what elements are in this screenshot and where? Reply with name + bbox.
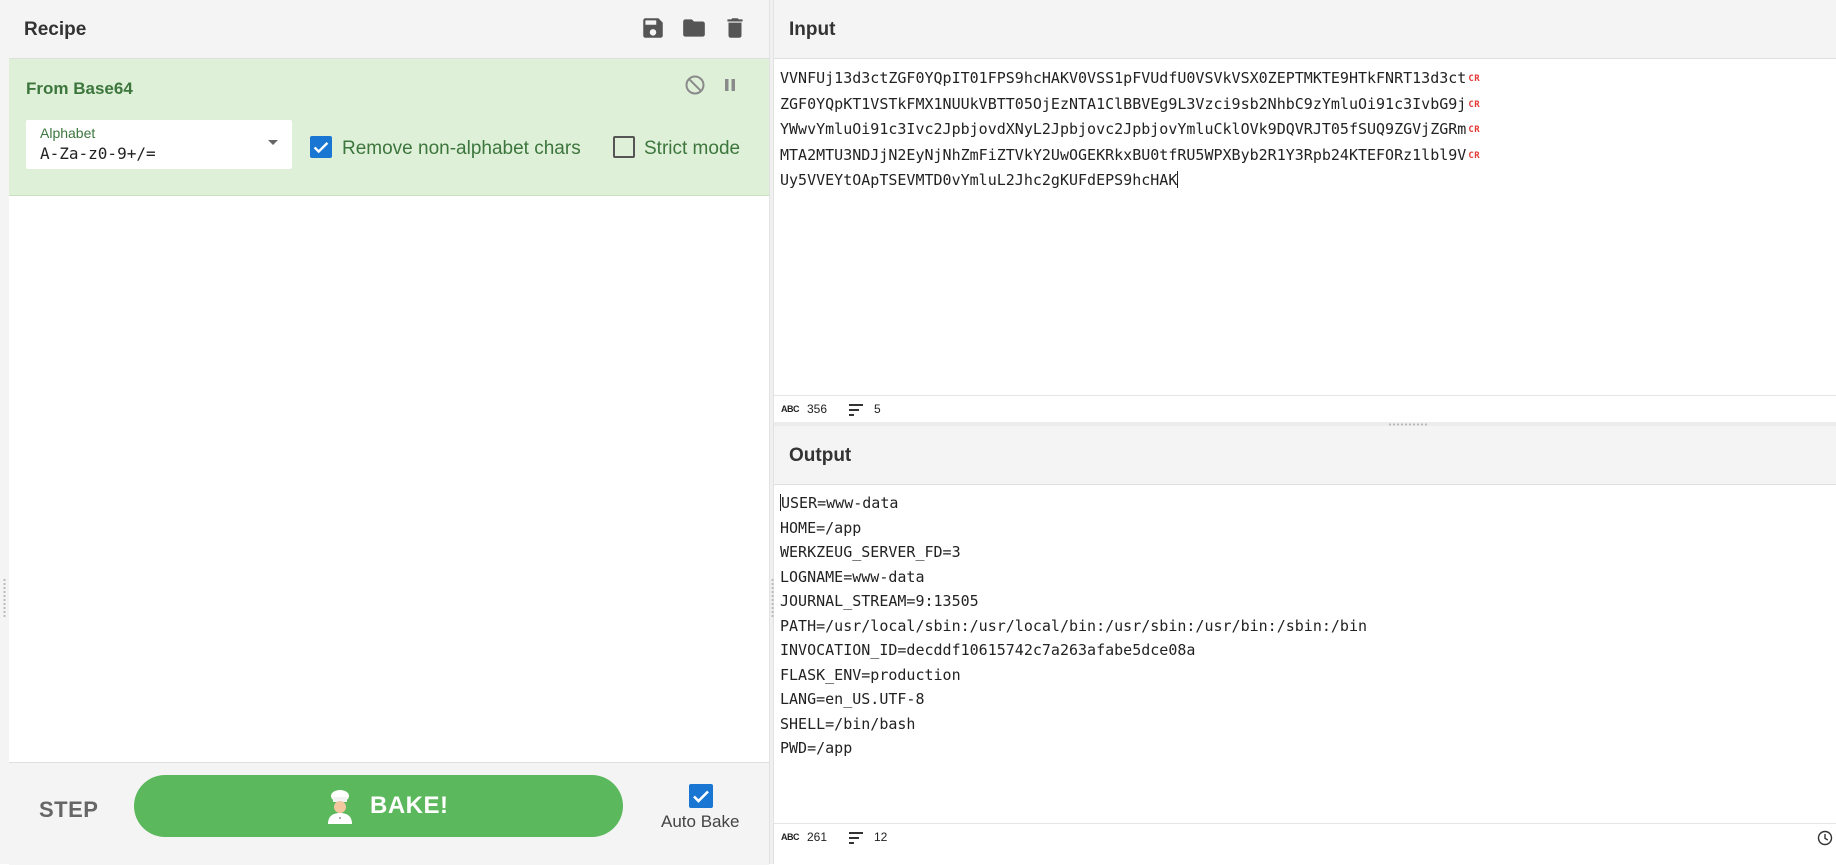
strict-mode-checkbox[interactable] [613,136,635,158]
output-line: PATH=/usr/local/sbin:/usr/local/bin:/usr… [780,616,1367,635]
strict-mode-label: Strict mode [644,138,741,159]
auto-bake-label: Auto Bake [661,812,740,831]
chef-icon [328,790,352,824]
output-textarea[interactable]: USER=www-data HOME=/app WERKZEUG_SERVER_… [780,491,1367,761]
cr-marker: CR [1468,125,1481,135]
cr-marker: CR [1468,99,1481,110]
input-line-count: 5 [874,402,881,416]
input-char-count: 356 [807,402,828,416]
alphabet-label: Alphabet [40,125,96,141]
output-line: HOME=/app [780,518,862,537]
output-line: USER=www-data [781,494,899,512]
output-line-count: 12 [874,830,888,844]
input-textarea[interactable]: VVNFUj13d3ctZGF0YQpIT01FPS9hcHAKV0VSS1pF… [780,66,1480,193]
auto-bake-checkbox[interactable] [689,784,713,808]
input-title: Input [789,19,836,40]
output-line: SHELL=/bin/bash [780,714,916,733]
line-count-icon [849,404,863,416]
output-line: LOGNAME=www-data [780,567,925,586]
from-base64-operation[interactable]: From Base64 Alphabet A-Za-z0-9+/= Remove… [9,59,769,196]
output-line: LANG=en_US.UTF-8 [780,690,925,708]
input-header: Input [774,0,1836,59]
output-header: Output [774,426,1836,485]
input-panel: Input VVNFUj13d3ctZGF0YQpIT01FPS9hcHAKV0… [774,0,1836,423]
clock-icon[interactable] [1817,830,1833,846]
output-title: Output [789,445,852,466]
cr-marker: CR [1468,150,1481,161]
input-status-bar: ABC 356 5 [774,395,1836,423]
operation-title: From Base64 [26,79,133,98]
char-count-icon: ABC [781,404,800,414]
recipe-header: Recipe [9,0,769,59]
remove-nonalpha-label: Remove non-alphabet chars [342,138,581,159]
folder-icon[interactable] [681,15,707,41]
input-line: VVNFUj13d3ctZGF0YQpIT01FPS9hcHAKV0VSS1pF… [780,69,1467,87]
output-panel: Output USER=www-data HOME=/app WERKZEUG_… [774,426,1836,864]
char-count-icon: ABC [781,832,800,842]
input-line: ZGF0YQpKT1VSTkFMX1NUUkVBTT05OjEzNTA1ClBB… [780,94,1467,113]
pause-icon[interactable] [718,73,742,97]
input-line: Uy5VVEYtOApTSEVMTD0vYmluL2Jhc2gKUFdEPS9h… [780,171,1178,189]
step-button[interactable]: STEP [39,797,98,823]
remove-nonalpha-checkbox[interactable] [310,136,332,158]
bake-button[interactable]: BAKE! [134,775,623,837]
input-line: YWwvYmluOi91c3Ivc2JpbjovdXNyL2Jpbjovc2Jp… [780,120,1467,138]
input-line: MTA2MTU3NDJjN2EyNjNhZmFiZTVkY2UwOGEKRkxB… [780,145,1467,164]
recipe-footer: STEP BAKE! Auto Bake [9,762,769,865]
cr-marker: CR [1468,74,1481,84]
trash-icon[interactable] [722,15,748,41]
alphabet-value: A-Za-z0-9+/= [40,144,156,163]
output-line: WERKZEUG_SERVER_FD=3 [780,543,961,561]
output-line: INVOCATION_ID=decddf10615742c7a263afabe5… [780,641,1196,659]
save-icon[interactable] [640,15,666,41]
output-line: PWD=/app [780,739,853,757]
recipe-title: Recipe [24,19,87,40]
text-cursor [1177,171,1179,188]
line-count-icon [849,832,863,844]
recipe-panel: Recipe From Base64 Alphabet A-Za-z0-9+/=… [9,0,769,865]
alphabet-select[interactable]: Alphabet A-Za-z0-9+/= [26,120,292,169]
gutter-grip [3,578,6,618]
output-line: JOURNAL_STREAM=9:13505 [780,592,979,610]
disable-icon[interactable] [683,73,707,97]
output-char-count: 261 [807,830,828,844]
bake-label: BAKE! [370,792,449,819]
output-status-bar: ABC 261 12 [774,823,1836,851]
chevron-down-icon [268,140,278,145]
output-line: FLASK_ENV=production [780,665,961,684]
